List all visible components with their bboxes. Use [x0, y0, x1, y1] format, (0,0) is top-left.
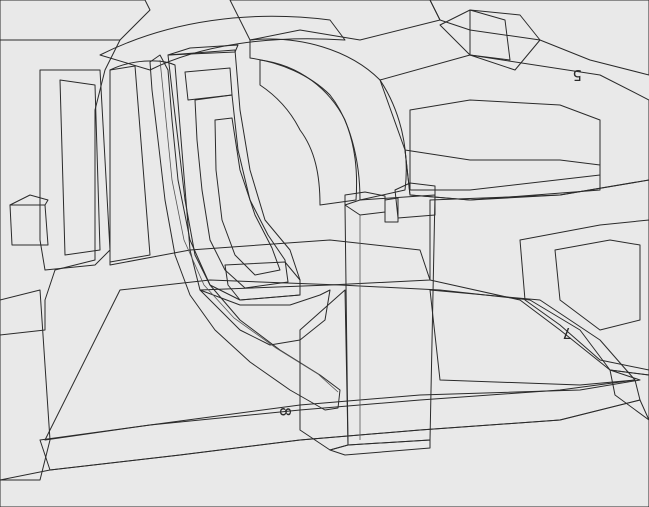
background: [0, 0, 649, 507]
slot-label-8: 8: [276, 407, 294, 417]
slot-label-5: 5: [572, 66, 582, 84]
3d-model-icon: 5 7 8: [0, 0, 649, 507]
slot-label-7: 7: [562, 324, 572, 342]
3d-model-viewport[interactable]: 5 7 8: [0, 0, 649, 507]
